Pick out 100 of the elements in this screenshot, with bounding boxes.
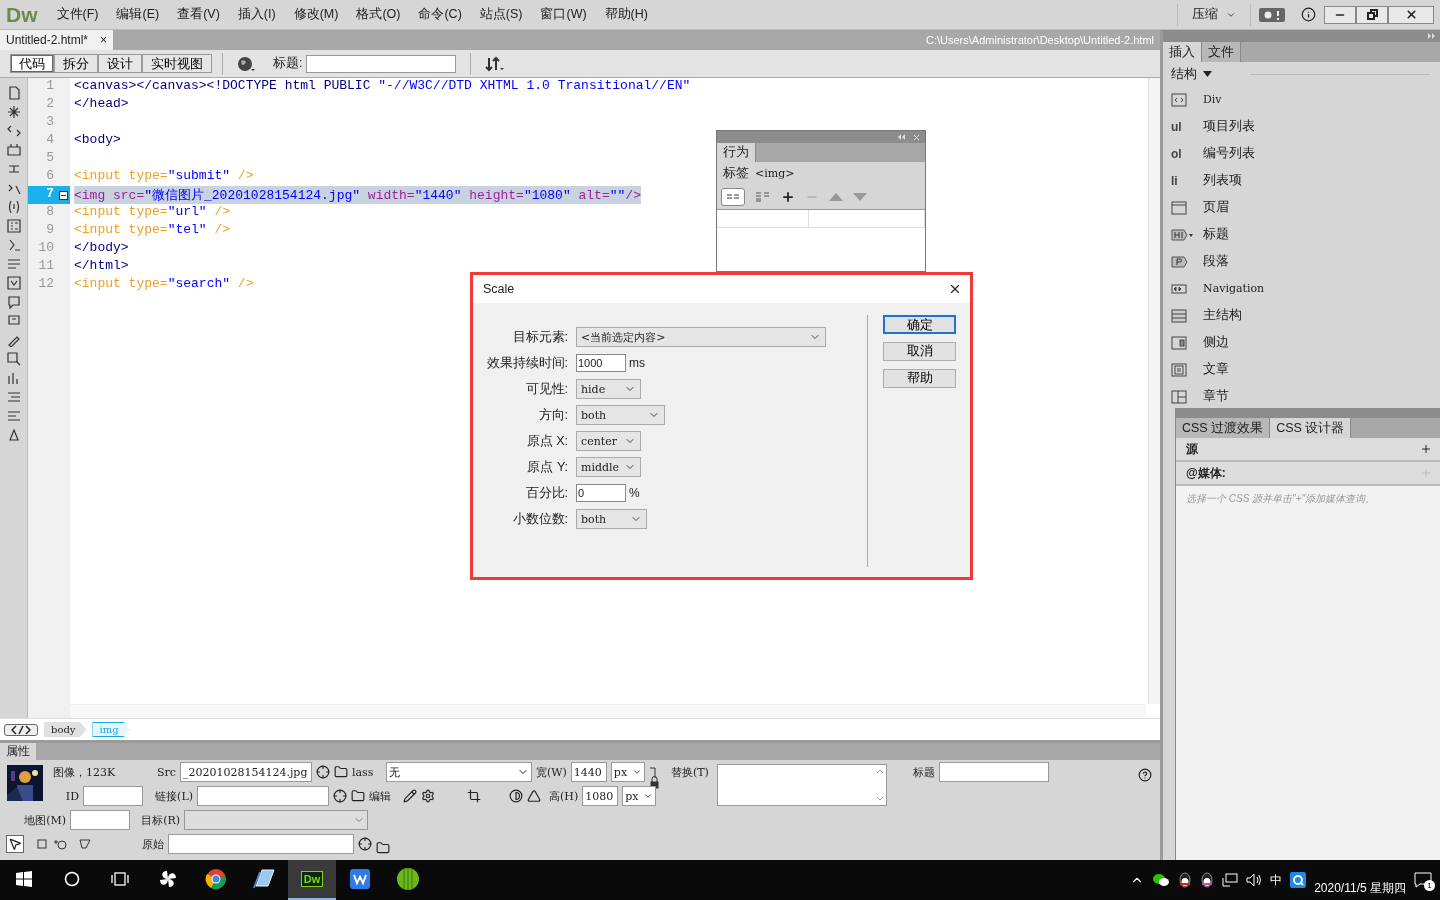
taskbar-date[interactable]: 2020/11/5 星期四 <box>1314 879 1406 897</box>
select-field[interactable]: both <box>576 509 647 529</box>
insert-item[interactable]: 侧边 <box>1163 329 1440 356</box>
input-field[interactable]: 1000 <box>576 354 626 372</box>
folder-icon[interactable] <box>351 789 365 803</box>
point-to-file-icon[interactable] <box>333 789 347 803</box>
menu-item[interactable]: 格式(O) <box>347 6 410 23</box>
dialog-button[interactable]: 帮助 <box>883 369 956 388</box>
insert-item[interactable]: 标题 <box>1163 221 1440 248</box>
editor-tool-icon[interactable] <box>6 124 21 138</box>
code-view-button[interactable] <box>4 723 38 736</box>
caret-icon[interactable] <box>1203 71 1212 77</box>
insert-item[interactable]: ol 编号列表 <box>1163 140 1440 167</box>
add-icon[interactable] <box>1420 443 1432 455</box>
contrast-icon[interactable] <box>509 789 523 803</box>
close-icon[interactable] <box>1404 8 1418 21</box>
title-field[interactable] <box>306 54 457 73</box>
minimize-button[interactable] <box>1324 5 1356 24</box>
original-field[interactable] <box>168 834 354 854</box>
title-field[interactable] <box>938 762 1049 782</box>
chat-bubbles-icon[interactable] <box>1152 873 1171 887</box>
editor-tool-icon[interactable] <box>6 105 21 119</box>
dialog-button[interactable]: 确定 <box>883 315 956 334</box>
panel-tab[interactable]: CSS 设计器 <box>1270 418 1352 438</box>
tab-close-button[interactable]: × <box>100 33 108 47</box>
network-icon[interactable] <box>1222 873 1239 887</box>
editor-tool-icon[interactable] <box>6 352 21 366</box>
width-field[interactable]: 1440 <box>570 762 607 782</box>
class-dropdown[interactable]: 无 <box>385 762 532 782</box>
properties-tab[interactable]: 属性 <box>0 743 36 760</box>
crop-icon[interactable] <box>467 789 481 803</box>
id-field[interactable] <box>83 786 143 806</box>
menu-item[interactable]: 修改(M) <box>284 6 348 23</box>
close-icon[interactable] <box>948 282 962 296</box>
insert-item[interactable]: 主结构 <box>1163 302 1440 329</box>
search-icon[interactable] <box>64 871 80 887</box>
document-app-icon[interactable] <box>349 868 371 890</box>
panel-tab[interactable]: CSS 过渡效果 <box>1176 418 1271 438</box>
insert-item[interactable]: 文章 <box>1163 356 1440 383</box>
width-unit-dropdown[interactable]: px <box>610 762 645 782</box>
view-button[interactable]: 拆分 <box>54 54 98 73</box>
restore-button[interactable] <box>1356 5 1388 24</box>
select-field[interactable]: both <box>576 405 665 425</box>
notification-icon[interactable] <box>1414 872 1432 888</box>
horizontal-scrollbar[interactable] <box>70 704 1146 718</box>
input-field[interactable]: 0 <box>576 484 626 502</box>
view-button[interactable]: 代码 <box>10 54 54 73</box>
editor-tool-icon[interactable] <box>6 86 21 100</box>
select-field[interactable]: center <box>576 431 641 451</box>
help-icon[interactable] <box>1138 768 1152 782</box>
sort-icon[interactable] <box>485 55 506 72</box>
dreamweaver-app-icon[interactable]: Dw <box>300 871 324 887</box>
penguin-icon[interactable] <box>1178 872 1193 888</box>
speaker-icon[interactable] <box>1246 873 1263 887</box>
menu-item[interactable]: 编辑(E) <box>107 6 169 23</box>
alt-text-field[interactable] <box>716 764 887 806</box>
map-field[interactable] <box>70 810 130 830</box>
src-field[interactable]: _20201028154124.jpg <box>179 762 312 782</box>
height-field[interactable]: 1080 <box>582 786 619 806</box>
gear-icon[interactable] <box>421 789 435 803</box>
ball-icon[interactable] <box>396 867 420 891</box>
select-field[interactable]: hide <box>576 379 641 399</box>
menu-item[interactable]: 命令(C) <box>409 6 471 23</box>
menu-item[interactable]: 查看(V) <box>168 6 229 23</box>
folder-icon[interactable] <box>333 765 348 779</box>
menu-item[interactable]: 帮助(H) <box>595 6 657 23</box>
insert-item[interactable]: 章节 <box>1163 383 1440 408</box>
menu-item[interactable]: 窗口(W) <box>531 6 596 23</box>
editor-tool-icon[interactable] <box>6 428 21 442</box>
sync-settings-icon[interactable] <box>1259 7 1285 22</box>
hotspot-tools-drawing[interactable] <box>34 837 94 851</box>
close-button[interactable] <box>1388 5 1434 24</box>
select-field[interactable]: middle <box>576 457 641 477</box>
insert-item[interactable]: ul 项目列表 <box>1163 113 1440 140</box>
category-dropdown[interactable]: 结构 <box>1171 65 1212 83</box>
input-method-indicator[interactable]: 中 <box>1270 871 1283 889</box>
dialog-button[interactable]: 取消 <box>883 342 956 361</box>
browser-icon[interactable] <box>205 868 227 890</box>
view-button[interactable]: 设计 <box>98 54 142 73</box>
select-field[interactable]: <当前选定内容> <box>576 327 826 347</box>
insert-item[interactable]: 页眉 <box>1163 194 1440 221</box>
insert-item[interactable]: li 列表项 <box>1163 167 1440 194</box>
pointer-tool-icon[interactable] <box>6 835 24 853</box>
folder-icon[interactable] <box>376 841 390 855</box>
menu-item[interactable]: 插入(I) <box>228 6 285 23</box>
q-app-icon[interactable] <box>1290 872 1307 888</box>
penguin-icon[interactable] <box>1200 872 1215 888</box>
menu-item[interactable]: 站点(S) <box>470 6 532 23</box>
pencil-icon[interactable] <box>403 789 417 803</box>
editor-tool-icon[interactable] <box>6 143 21 157</box>
add-behavior-icon[interactable] <box>781 189 795 204</box>
point-to-file-icon[interactable] <box>315 765 330 779</box>
editor-tool-icon[interactable] <box>6 295 21 309</box>
globe-icon[interactable] <box>237 55 255 72</box>
menu-item[interactable]: 文件(F) <box>47 6 108 23</box>
windows-logo-icon[interactable] <box>16 871 32 887</box>
show-set-events-button[interactable] <box>721 187 745 206</box>
insert-item[interactable]: Div <box>1163 86 1440 113</box>
point-to-file-icon[interactable] <box>358 837 372 851</box>
view-button[interactable]: 实时视图 <box>142 54 212 73</box>
